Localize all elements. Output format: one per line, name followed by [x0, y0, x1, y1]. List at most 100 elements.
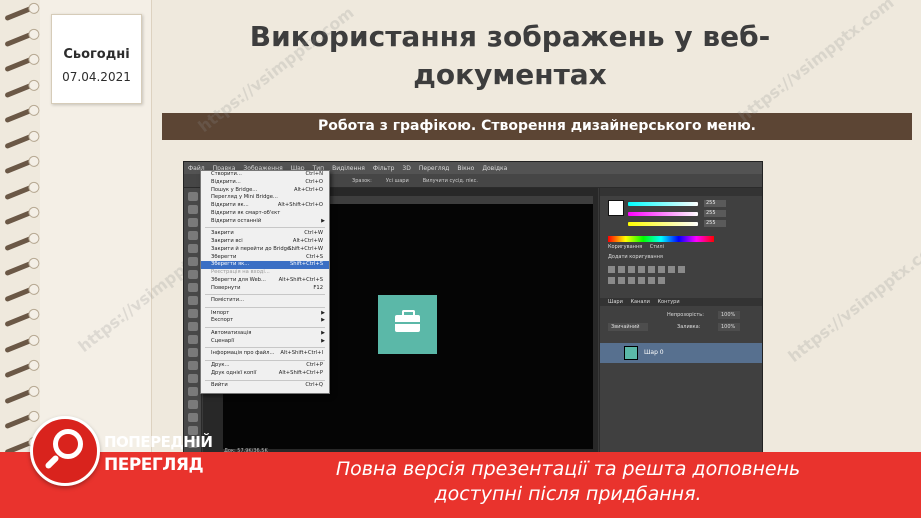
adjustment-icon[interactable] [638, 276, 645, 284]
blend-mode-select[interactable]: Звичайний [608, 323, 648, 331]
layer-row[interactable]: Шар 0 [600, 343, 762, 363]
menu-item[interactable]: Вікно [457, 165, 474, 172]
tool-icon[interactable] [187, 231, 198, 240]
tool-icon[interactable] [187, 387, 198, 396]
blue-value[interactable]: 255 [704, 220, 726, 227]
file-menu-item[interactable]: Імпорт ▶ [201, 310, 329, 318]
menu-item[interactable]: Довідка [482, 165, 507, 172]
adjustment-icon[interactable] [608, 266, 615, 273]
file-menu-item[interactable]: Друк однієї копії Alt+Shift+Ctrl+P [201, 370, 329, 378]
file-menu-item[interactable]: Закрити й перейти до Bridge... Shift+Ctrl… [201, 246, 329, 254]
green-value[interactable]: 255 [704, 210, 726, 217]
adjustment-icon[interactable] [678, 266, 685, 273]
submenu-arrow-icon: ▶ [321, 309, 325, 316]
tool-icon[interactable] [187, 205, 198, 214]
title-line-1: Використання зображень у веб- [249, 20, 771, 53]
file-menu-item[interactable]: Сценарії ▶ [201, 338, 329, 346]
preview-badge[interactable]: ПОПЕРЕДНІЙ ПЕРЕГЛЯД [16, 408, 214, 516]
menu-item-label: Пошук у Bridge... [211, 186, 258, 193]
binding-ring [4, 360, 38, 379]
adjustment-icon[interactable] [608, 276, 615, 284]
tool-icon[interactable] [187, 374, 198, 383]
tool-icon[interactable] [187, 192, 198, 201]
file-menu-item[interactable]: Експорт ▶ [201, 317, 329, 325]
binding-ring [4, 309, 38, 328]
binding-ring [4, 233, 38, 251]
file-menu-item[interactable]: Автоматизація ▶ [201, 330, 329, 338]
file-menu-item[interactable]: Зберегти Ctrl+S [201, 254, 329, 262]
tool-icon[interactable] [187, 322, 198, 331]
blue-slider[interactable] [628, 222, 698, 226]
menu-item-label: Реєстрація на вході... [211, 269, 270, 276]
green-slider[interactable] [628, 212, 698, 216]
file-menu-item[interactable]: Закрити всі Alt+Ctrl+W [201, 238, 329, 246]
adjustment-icon[interactable] [618, 266, 625, 273]
tab-paths[interactable]: Контури [657, 299, 679, 305]
adjustment-icon[interactable] [668, 266, 675, 273]
tool-icon[interactable] [187, 257, 198, 266]
option-sample-value[interactable]: Усі шари [386, 178, 409, 184]
color-spectrum[interactable] [608, 236, 714, 242]
fill-value[interactable]: 100% [718, 323, 740, 331]
file-menu-item[interactable]: Відкрити як... Alt+Shift+Ctrl+O [201, 202, 329, 210]
tool-icon[interactable] [187, 335, 198, 344]
tool-icon[interactable] [187, 244, 198, 253]
adjustments-tab[interactable]: Коригування [608, 244, 642, 250]
adjustment-icon[interactable] [638, 266, 645, 273]
file-menu-item[interactable]: Закрити Ctrl+W [201, 230, 329, 238]
menu-item[interactable]: Фільтр [373, 165, 395, 172]
menu-item-label: Імпорт [211, 309, 230, 316]
date-label: Сьогодні [63, 47, 130, 62]
file-menu-item[interactable]: Повернути F12 [201, 285, 329, 293]
menu-item-label: Перегляд у Mini Bridge... [211, 194, 278, 201]
tool-icon[interactable] [187, 283, 198, 292]
menu-separator [205, 359, 325, 361]
menu-item-shortcut: Ctrl+O [305, 178, 323, 185]
tool-icon[interactable] [187, 361, 198, 370]
file-menu-item[interactable]: Зберегти як... Shift+Ctrl+S [201, 261, 329, 270]
adjustment-icon[interactable] [648, 266, 655, 273]
date-value: 07.04.2021 [62, 70, 131, 84]
binding-ring [4, 131, 38, 149]
menu-item[interactable]: 3D [402, 165, 410, 172]
red-slider[interactable] [628, 202, 698, 206]
title-line-2: документах [413, 58, 607, 91]
menu-item-label: Сценарії [211, 337, 235, 344]
tool-icon[interactable] [187, 270, 198, 279]
file-menu-item[interactable]: Інформація про файл... Alt+Shift+Ctrl+I [201, 350, 329, 358]
fill-label: Заливка: [677, 324, 701, 330]
tab-channels[interactable]: Канали [630, 299, 649, 305]
tool-icon[interactable] [187, 309, 198, 318]
menu-item[interactable]: Перегляд [419, 165, 449, 172]
file-menu-item[interactable]: Вийти Ctrl+Q [201, 382, 329, 390]
adjustment-icon[interactable] [658, 276, 665, 284]
briefcase-tile[interactable] [378, 295, 437, 354]
file-menu-item[interactable]: Перегляд у Mini Bridge... [201, 194, 329, 202]
menu-item-label: Вийти [211, 382, 228, 389]
file-menu-item[interactable]: Зберегти для Web... Alt+Shift+Ctrl+S [201, 277, 329, 285]
opacity-value[interactable]: 100% [718, 311, 740, 319]
tool-icon[interactable] [187, 348, 198, 357]
option-checkbox-label[interactable]: Вилучити сусід. пікс. [423, 178, 478, 184]
file-menu-item[interactable]: Друк... Ctrl+P [201, 362, 329, 370]
tab-layers[interactable]: Шари [608, 299, 623, 305]
file-menu-item[interactable]: Пошук у Bridge... Alt+Ctrl+O [201, 187, 329, 195]
styles-tab[interactable]: Стилі [650, 244, 664, 250]
file-menu-item[interactable]: Створити... Ctrl+N [201, 171, 329, 179]
menu-item-shortcut: F12 [313, 284, 323, 291]
file-menu-item[interactable]: Відкрити... Ctrl+O [201, 179, 329, 187]
adjustment-icon[interactable] [628, 266, 635, 273]
file-menu-item[interactable]: Відкрити останній ▶ [201, 218, 329, 226]
tool-icon[interactable] [187, 296, 198, 305]
red-value[interactable]: 255 [704, 200, 726, 207]
adjustment-icon[interactable] [648, 276, 655, 284]
adjustment-icon[interactable] [628, 276, 635, 284]
adjustment-icon[interactable] [618, 276, 625, 284]
menu-item-shortcut: Alt+Shift+Ctrl+I [280, 349, 323, 356]
adjustment-icon[interactable] [658, 266, 665, 273]
menu-item[interactable]: Виділення [332, 165, 365, 172]
file-menu-item[interactable]: Відкрити як смарт-об'єкт [201, 210, 329, 218]
foreground-color-swatch[interactable] [608, 200, 624, 216]
file-menu-item[interactable]: Помістити... [201, 297, 329, 305]
tool-icon[interactable] [187, 218, 198, 227]
